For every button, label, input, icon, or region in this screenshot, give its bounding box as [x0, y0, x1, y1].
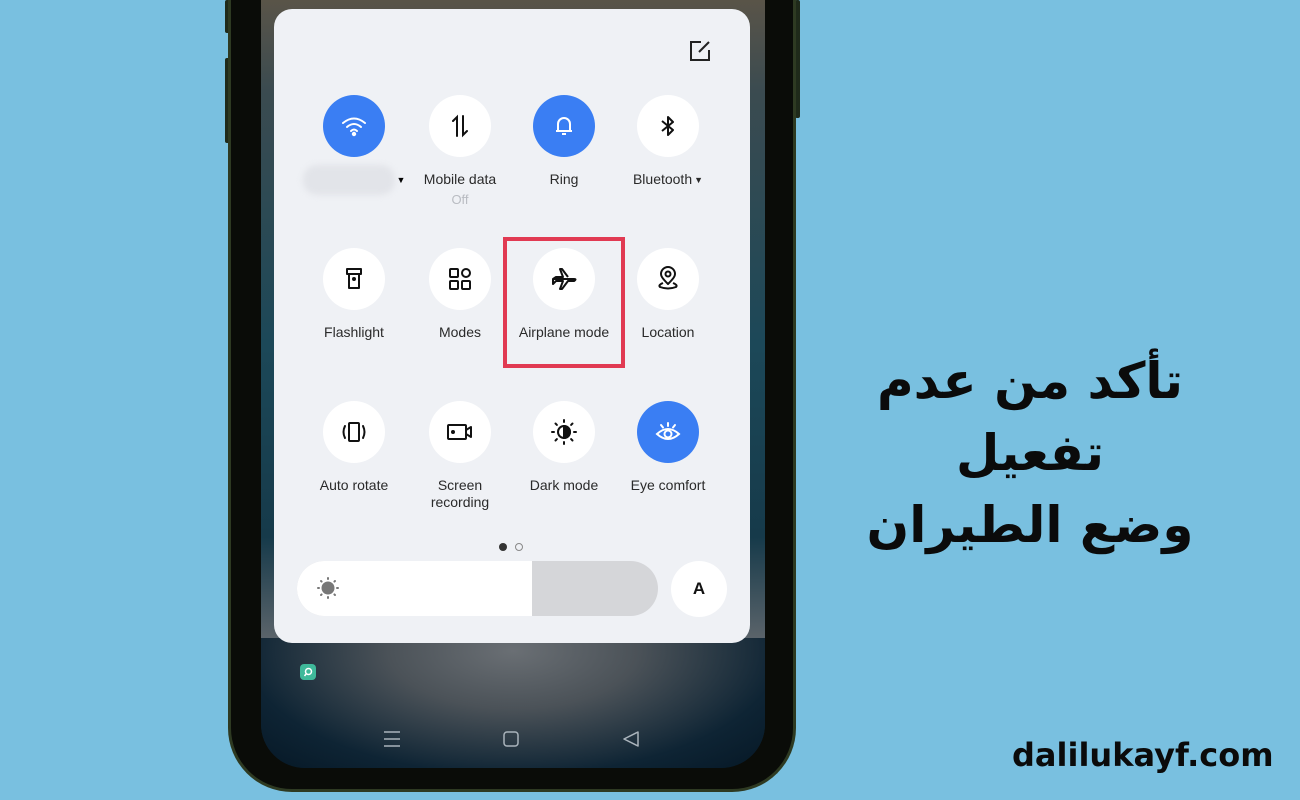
dark-mode-icon — [551, 419, 577, 445]
tile-dark-mode[interactable]: Dark mode — [512, 401, 616, 494]
home-square-icon — [503, 731, 519, 747]
menu-lines-icon — [384, 731, 400, 747]
edit-tiles-button[interactable] — [688, 39, 712, 63]
tile-label: Modes — [438, 324, 482, 340]
tile-eye-comfort[interactable]: Eye comfort — [616, 401, 720, 494]
tile-status: Off — [451, 192, 469, 207]
tile-screen-recording[interactable]: Screen recording — [408, 401, 512, 511]
airplane-mode-highlight-box — [503, 237, 625, 368]
page-indicator — [499, 543, 523, 551]
website-watermark: dalilukayf.com — [1012, 736, 1274, 774]
sun-icon — [317, 577, 339, 599]
tile-ring[interactable]: Ring — [512, 95, 616, 188]
tile-label: Auto rotate — [319, 477, 389, 493]
mobile-data-icon — [452, 114, 468, 138]
tile-label: Screen recording — [408, 477, 512, 511]
label-line: Screen — [437, 477, 483, 493]
screen-recording-toggle[interactable] — [429, 401, 491, 463]
home-button[interactable] — [496, 724, 526, 754]
dark-mode-toggle[interactable] — [533, 401, 595, 463]
auto-rotate-icon — [342, 422, 366, 442]
brightness-slider[interactable] — [297, 561, 658, 616]
wifi-network-label[interactable]: ▼ — [302, 165, 406, 195]
back-triangle-icon — [623, 731, 639, 747]
tile-label: Flashlight — [324, 324, 384, 340]
tile-label: Eye comfort — [630, 477, 706, 493]
bluetooth-icon — [661, 116, 674, 136]
recents-button[interactable] — [377, 724, 407, 754]
eye-comfort-toggle[interactable] — [637, 401, 699, 463]
tile-label: Bluetooth ▼ — [616, 171, 720, 189]
tile-label: Mobile data — [423, 171, 497, 187]
tile-wifi[interactable]: ▼ — [302, 95, 406, 195]
redacted-network-name — [302, 165, 395, 195]
page-dot-active[interactable] — [499, 543, 507, 551]
location-pin-icon — [658, 266, 678, 290]
tile-modes[interactable]: Modes — [408, 248, 512, 341]
auto-brightness-button[interactable]: A — [671, 561, 727, 617]
tile-auto-rotate[interactable]: Auto rotate — [302, 401, 406, 494]
flashlight-toggle[interactable] — [323, 248, 385, 310]
headline-caption: تأكد من عدم تفعيل وضع الطيران — [820, 345, 1240, 561]
tile-bluetooth[interactable]: Bluetooth ▼ — [616, 95, 720, 189]
flashlight-icon — [346, 268, 362, 289]
quick-settings-panel: ▼ Mobile data Off Ring Bluetooth ▼ Flash… — [274, 9, 750, 643]
chat-bubble-icon — [303, 667, 313, 677]
tile-mobile-data[interactable]: Mobile data Off — [408, 95, 512, 207]
screen-record-icon — [447, 424, 472, 440]
dropdown-caret-icon[interactable]: ▼ — [694, 175, 703, 185]
tile-flashlight[interactable]: Flashlight — [302, 248, 406, 341]
headline-line-1: تأكد من عدم تفعيل — [877, 352, 1183, 482]
headline-line-2: وضع الطيران — [866, 496, 1194, 554]
label-line: recording — [430, 494, 490, 510]
wifi-icon — [342, 117, 366, 137]
edit-icon — [690, 41, 710, 61]
location-toggle[interactable] — [637, 248, 699, 310]
page-dot-inactive[interactable] — [515, 543, 523, 551]
tile-label: Location — [641, 324, 695, 340]
bell-icon — [556, 117, 572, 135]
tile-location[interactable]: Location — [616, 248, 720, 341]
back-button[interactable] — [616, 724, 646, 754]
ring-toggle[interactable] — [533, 95, 595, 157]
eye-icon — [655, 422, 681, 440]
auto-rotate-toggle[interactable] — [323, 401, 385, 463]
wifi-toggle[interactable] — [323, 95, 385, 157]
tile-label: Ring — [549, 171, 579, 187]
bluetooth-label: Bluetooth — [632, 171, 693, 187]
dropdown-caret-icon: ▼ — [396, 175, 406, 185]
bluetooth-toggle[interactable] — [637, 95, 699, 157]
modes-grid-icon — [449, 268, 471, 290]
mobile-data-toggle[interactable] — [429, 95, 491, 157]
notification-app-icon[interactable] — [300, 664, 316, 680]
modes-toggle[interactable] — [429, 248, 491, 310]
tile-label: Dark mode — [529, 477, 599, 493]
